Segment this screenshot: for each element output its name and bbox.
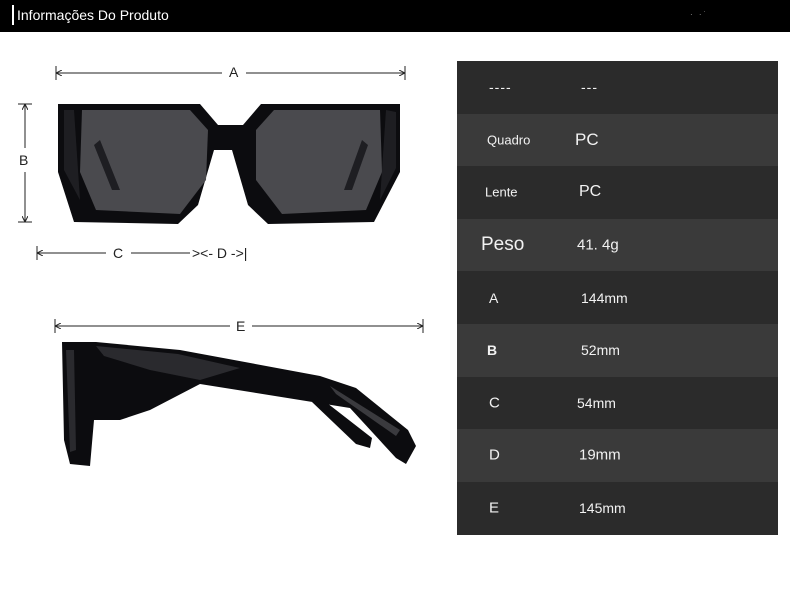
spec-row-a: A 144mm — [457, 271, 778, 324]
dimension-c-label: C — [113, 245, 124, 261]
spec-key: E — [489, 499, 500, 517]
sunglasses-side-image — [62, 342, 416, 466]
spec-key: C — [489, 394, 500, 412]
spec-table: ---- --- Quadro PC Lente PC Peso 41. 4g … — [457, 61, 778, 535]
spec-row-peso: Peso 41. 4g — [457, 218, 778, 272]
sunglasses-front-image — [58, 104, 400, 224]
spec-row-d: D 19mm — [457, 429, 778, 482]
spec-value: 145mm — [579, 500, 626, 517]
spec-key: ---- — [489, 79, 512, 96]
dimension-d-label: ><- D ->| — [192, 245, 248, 261]
spec-row-b: B 52mm — [457, 324, 778, 377]
spec-value: 41. 4g — [577, 236, 619, 254]
spec-value: 52mm — [581, 342, 620, 359]
spec-value: 19mm — [579, 446, 621, 464]
dimension-b-label: B — [19, 152, 29, 168]
spec-row-e: E 145mm — [457, 481, 778, 535]
header-bar: Informações Do Produto · ·˙ — [0, 0, 790, 32]
spec-row-c: C 54mm — [457, 376, 778, 430]
spec-key: B — [487, 342, 498, 359]
decorative-specks: · ·˙ — [690, 10, 709, 19]
spec-value: PC — [575, 129, 599, 149]
spec-value: PC — [579, 183, 602, 201]
spec-row-header: ---- --- — [457, 61, 778, 114]
spec-key: Peso — [481, 234, 525, 256]
page-title: Informações Do Produto — [17, 7, 169, 23]
spec-value: 144mm — [581, 289, 628, 306]
dimension-e-label: E — [236, 318, 246, 334]
spec-value: --- — [581, 79, 598, 96]
dimension-a-label: A — [229, 64, 239, 80]
spec-key: A — [489, 289, 499, 306]
spec-key: Quadro — [487, 132, 531, 148]
header-accent-line — [12, 5, 14, 25]
spec-row-lente: Lente PC — [457, 166, 778, 219]
spec-value: 54mm — [577, 394, 616, 411]
spec-key: Lente — [485, 184, 518, 200]
spec-row-quadro: Quadro PC — [457, 113, 778, 167]
spec-key: D — [489, 446, 500, 464]
